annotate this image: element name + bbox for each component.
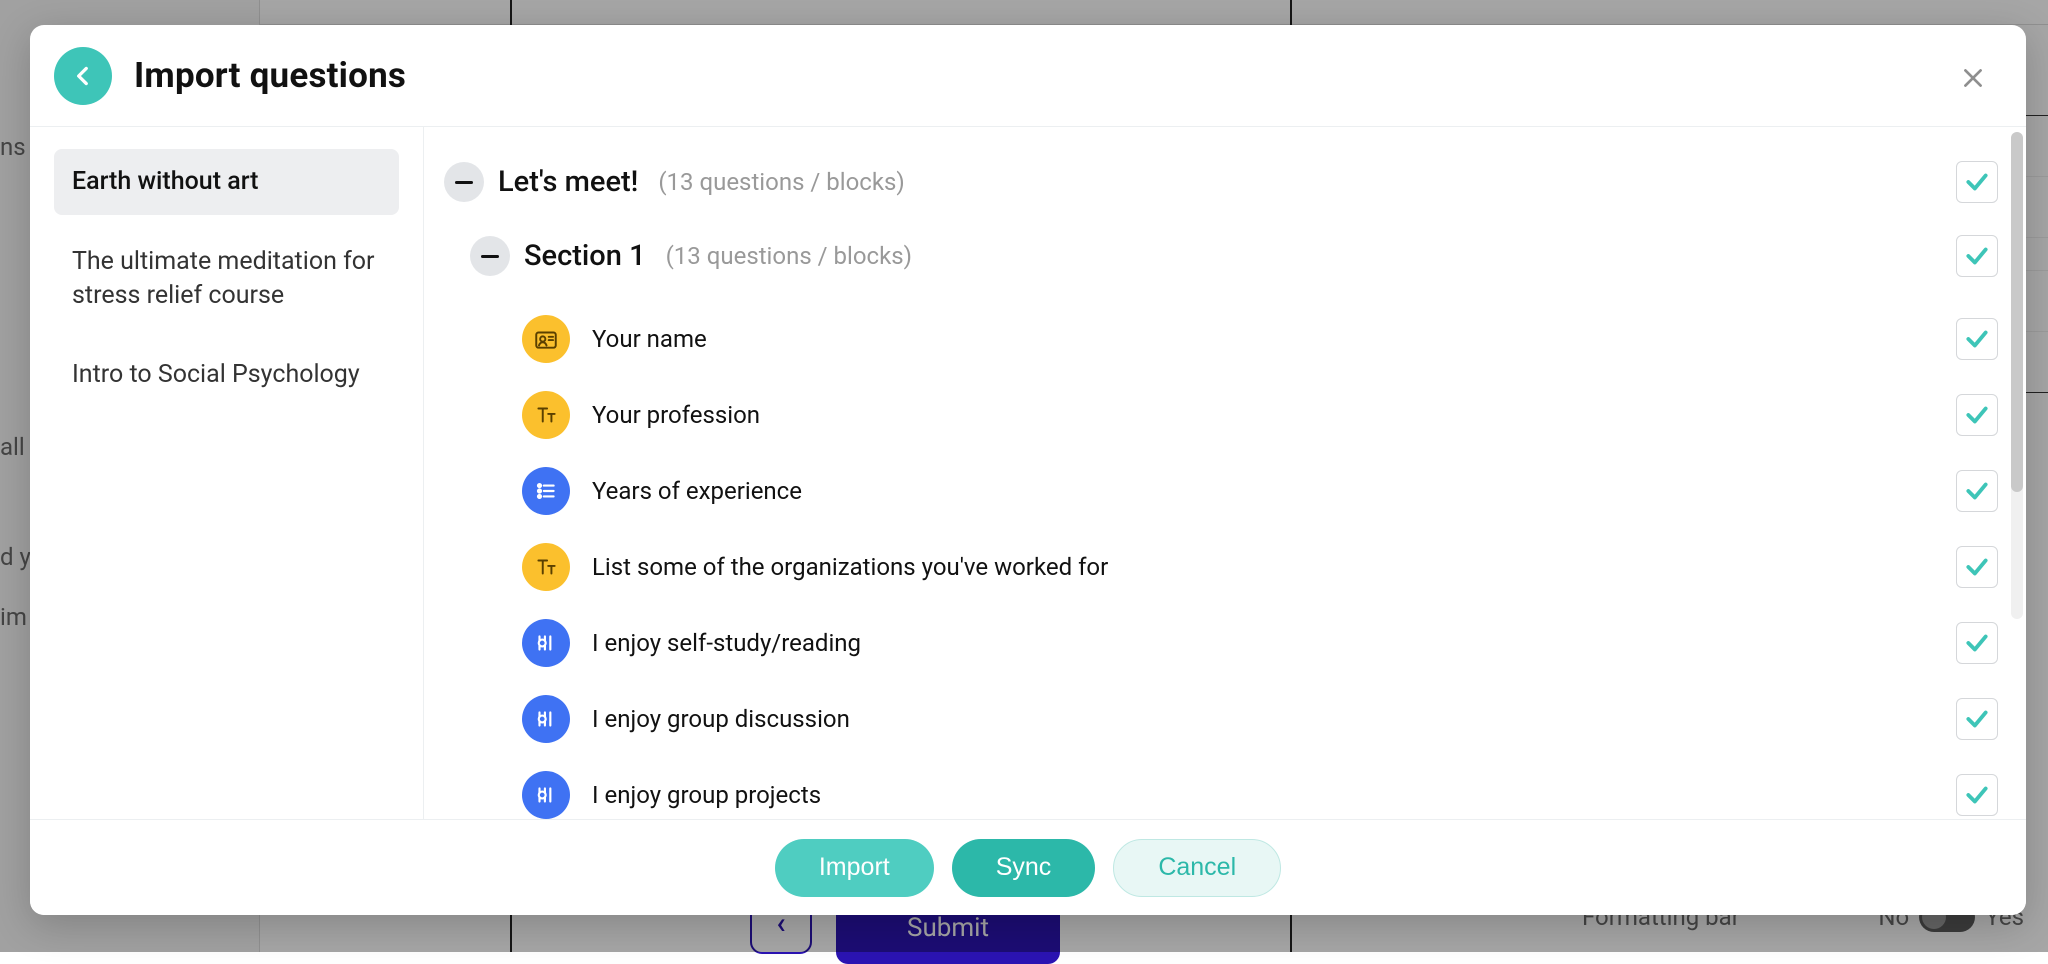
question-label: Years of experience — [592, 477, 1252, 505]
tree-section-header: Section 1 (13 questions / blocks) — [470, 227, 1998, 301]
modal-body: Earth without art The ultimate meditatio… — [30, 127, 2026, 819]
check-icon — [1964, 243, 1990, 269]
question-row: Your profession — [522, 377, 1998, 453]
check-icon — [1964, 478, 1990, 504]
check-icon — [1964, 402, 1990, 428]
check-icon — [1964, 630, 1990, 656]
tree-root-title: Let's meet! — [498, 165, 638, 199]
import-button[interactable]: Import — [775, 839, 934, 897]
question-label: I enjoy self-study/reading — [592, 629, 1252, 657]
sidebar-item-social-psychology[interactable]: Intro to Social Psychology — [54, 342, 399, 408]
question-row: I enjoy group projects — [522, 757, 1998, 819]
tree-root: Let's meet! (13 questions / blocks) Sect… — [434, 151, 2008, 819]
check-icon — [1964, 706, 1990, 732]
tree-root-header: Let's meet! (13 questions / blocks) — [444, 153, 1998, 227]
question-checkbox[interactable] — [1956, 546, 1998, 588]
import-questions-modal: Import questions Earth without art The u… — [30, 25, 2026, 915]
modal-footer: Import Sync Cancel — [30, 819, 2026, 915]
question-row: Your name — [522, 301, 1998, 377]
scrollbar[interactable] — [2011, 132, 2023, 619]
sync-button[interactable]: Sync — [952, 839, 1096, 897]
text-icon — [522, 391, 570, 439]
check-icon — [1964, 782, 1990, 808]
modal-title: Import questions — [134, 55, 406, 96]
sidebar-item-earth-without-art[interactable]: Earth without art — [54, 149, 399, 215]
collapse-toggle[interactable] — [444, 162, 484, 202]
slider-icon — [522, 695, 570, 743]
question-checkbox[interactable] — [1956, 470, 1998, 512]
section-meta: (13 questions / blocks) — [666, 242, 912, 270]
question-checkbox[interactable] — [1956, 318, 1998, 360]
list-icon — [522, 467, 570, 515]
chevron-left-icon — [70, 63, 96, 89]
section-checkbox[interactable] — [1956, 235, 1998, 277]
minus-icon — [481, 255, 499, 258]
question-label: I enjoy group discussion — [592, 705, 1252, 733]
question-row: List some of the organizations you've wo… — [522, 529, 1998, 605]
text-icon — [522, 543, 570, 591]
id-badge-icon — [522, 315, 570, 363]
tree-root-meta: (13 questions / blocks) — [658, 168, 904, 196]
question-checkbox[interactable] — [1956, 394, 1998, 436]
close-button[interactable] — [1954, 59, 1992, 97]
question-label: Your profession — [592, 401, 1252, 429]
check-icon — [1964, 554, 1990, 580]
course-sidebar: Earth without art The ultimate meditatio… — [30, 127, 424, 819]
questions-tree: Let's meet! (13 questions / blocks) Sect… — [424, 127, 2026, 819]
question-label: List some of the organizations you've wo… — [592, 553, 1252, 581]
question-list: Your name Your profession Years of experie… — [470, 301, 1998, 819]
question-label: Your name — [592, 325, 1252, 353]
cancel-button[interactable]: Cancel — [1113, 839, 1281, 897]
tree-root-checkbox[interactable] — [1956, 161, 1998, 203]
question-row: Years of experience — [522, 453, 1998, 529]
back-button[interactable] — [54, 47, 112, 105]
question-checkbox[interactable] — [1956, 698, 1998, 740]
question-row: I enjoy self-study/reading — [522, 605, 1998, 681]
question-checkbox[interactable] — [1956, 774, 1998, 816]
close-icon — [1960, 65, 1986, 91]
modal-header: Import questions — [30, 25, 2026, 127]
minus-icon — [455, 181, 473, 184]
scrollbar-thumb[interactable] — [2011, 132, 2023, 492]
check-icon — [1964, 326, 1990, 352]
slider-icon — [522, 771, 570, 819]
check-icon — [1964, 169, 1990, 195]
sidebar-item-meditation-course[interactable]: The ultimate meditation for stress relie… — [54, 229, 399, 329]
question-row: I enjoy group discussion — [522, 681, 1998, 757]
section-title: Section 1 — [524, 239, 646, 273]
question-checkbox[interactable] — [1956, 622, 1998, 664]
slider-icon — [522, 619, 570, 667]
collapse-toggle[interactable] — [470, 236, 510, 276]
question-label: I enjoy group projects — [592, 781, 1252, 809]
tree-section: Section 1 (13 questions / blocks) Your n… — [444, 227, 1998, 819]
